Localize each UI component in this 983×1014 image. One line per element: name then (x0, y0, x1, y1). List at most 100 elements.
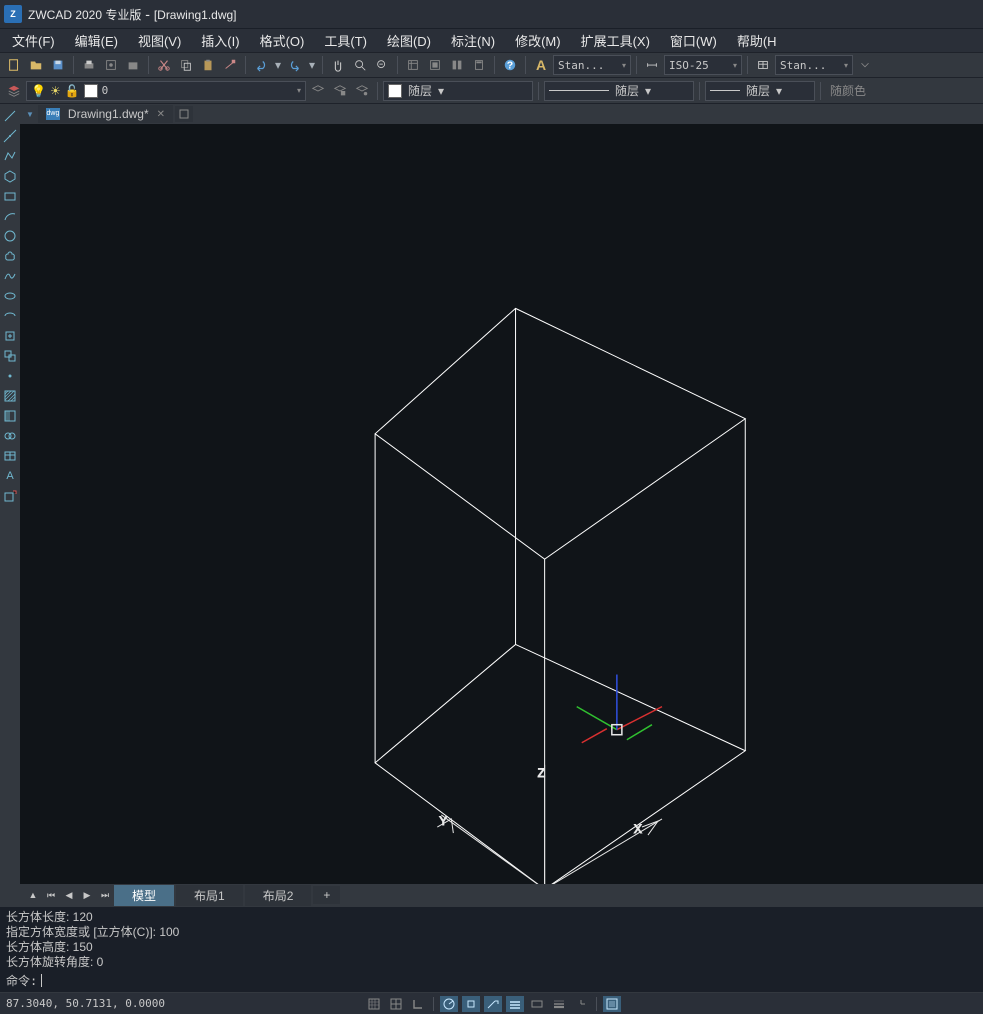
menu-edit[interactable]: 编辑(E) (65, 29, 128, 52)
help-icon[interactable]: ? (500, 55, 520, 75)
command-area[interactable]: 长方体长度: 120 指定方体宽度或 [立方体(C)]: 100 长方体高度: … (0, 906, 983, 992)
table-style-dropdown[interactable]: Stan...▾ (775, 55, 853, 75)
publish-icon[interactable] (123, 55, 143, 75)
spline-icon[interactable] (2, 268, 18, 284)
tabs-last-icon[interactable]: ⏭ (97, 887, 113, 903)
tool-palette-icon[interactable] (447, 55, 467, 75)
polyline-icon[interactable] (2, 148, 18, 164)
menu-dimension[interactable]: 标注(N) (441, 29, 505, 52)
command-input[interactable]: 命令: (6, 972, 977, 989)
gradient-icon[interactable] (2, 408, 18, 424)
region-icon[interactable] (2, 428, 18, 444)
table-icon[interactable] (2, 448, 18, 464)
pan-icon[interactable] (328, 55, 348, 75)
ellipse-icon[interactable] (2, 288, 18, 304)
cut-icon[interactable] (154, 55, 174, 75)
copy-icon[interactable] (176, 55, 196, 75)
menu-express[interactable]: 扩展工具(X) (571, 29, 660, 52)
print-icon[interactable] (79, 55, 99, 75)
viewport[interactable]: Y X Z (20, 124, 983, 884)
new-tab-button[interactable] (175, 106, 193, 122)
preview-icon[interactable] (101, 55, 121, 75)
redo-dropdown-icon[interactable]: ▾ (307, 55, 317, 75)
model-toggle[interactable] (603, 996, 621, 1012)
zoom-icon[interactable] (350, 55, 370, 75)
arc-icon[interactable] (2, 208, 18, 224)
insert-block-icon[interactable] (2, 328, 18, 344)
menu-view[interactable]: 视图(V) (128, 29, 191, 52)
otrack-toggle[interactable] (484, 996, 502, 1012)
properties-icon[interactable] (403, 55, 423, 75)
cycle-toggle[interactable] (572, 996, 590, 1012)
tabs-first-icon[interactable]: ▲ (25, 887, 41, 903)
addselected-icon[interactable] (2, 488, 18, 504)
dim-style-dropdown[interactable]: ISO-25▾ (664, 55, 742, 75)
calculator-icon[interactable] (469, 55, 489, 75)
revcloud-icon[interactable] (2, 248, 18, 264)
table-style-icon[interactable] (753, 55, 773, 75)
circle-icon[interactable] (2, 228, 18, 244)
close-tab-icon[interactable]: ✕ (157, 109, 165, 120)
text-style-icon[interactable]: A (531, 55, 551, 75)
dim-style-icon[interactable] (642, 55, 662, 75)
layer-iso-icon[interactable] (352, 81, 372, 101)
ellipse-arc-icon[interactable] (2, 308, 18, 324)
xline-icon[interactable] (2, 128, 18, 144)
coordinates[interactable]: 87.3040, 50.7131, 0.0000 (6, 997, 165, 1010)
save-icon[interactable] (48, 55, 68, 75)
paste-icon[interactable] (198, 55, 218, 75)
sun-icon: ☀ (50, 84, 61, 98)
title-bar: Z ZWCAD 2020 专业版 - [Drawing1.dwg] (0, 0, 983, 28)
make-block-icon[interactable] (2, 348, 18, 364)
color-dropdown[interactable]: 随层▾ (383, 81, 533, 101)
menu-format[interactable]: 格式(O) (250, 29, 315, 52)
layout-tab-2[interactable]: 布局2 (245, 885, 312, 906)
tabs-fwd-icon[interactable]: ▶ (79, 887, 95, 903)
rectangle-icon[interactable] (2, 188, 18, 204)
menu-file[interactable]: 文件(F) (2, 29, 65, 52)
more-icon[interactable] (855, 55, 875, 75)
hatch-icon[interactable] (2, 388, 18, 404)
undo-icon[interactable] (251, 55, 271, 75)
snap-toggle[interactable] (365, 996, 383, 1012)
layout-tab-model[interactable]: 模型 (114, 885, 174, 906)
linetype-dropdown[interactable]: 随层▾ (544, 81, 694, 101)
grid-toggle[interactable] (387, 996, 405, 1012)
command-prompt: 命令: (6, 972, 37, 989)
polar-toggle[interactable] (440, 996, 458, 1012)
text-style-dropdown[interactable]: Stan...▾ (553, 55, 631, 75)
menu-draw[interactable]: 绘图(D) (377, 29, 441, 52)
layer-prev-icon[interactable] (308, 81, 328, 101)
lineweight-dropdown[interactable]: 随层▾ (705, 81, 815, 101)
redo-icon[interactable] (285, 55, 305, 75)
match-icon[interactable] (220, 55, 240, 75)
tabs-back-icon[interactable]: ◀ (61, 887, 77, 903)
tab-dropdown-icon[interactable]: ▼ (24, 110, 36, 119)
point-icon[interactable] (2, 368, 18, 384)
dyn-toggle[interactable] (528, 996, 546, 1012)
new-icon[interactable] (4, 55, 24, 75)
mtext-icon[interactable]: A (2, 468, 18, 484)
tabs-prev-icon[interactable]: ⏮ (43, 887, 59, 903)
lwt-toggle[interactable] (506, 996, 524, 1012)
layer-dropdown[interactable]: 💡 ☀ 🔓 0▾ (26, 81, 306, 101)
osnap-toggle[interactable] (462, 996, 480, 1012)
layer-manager-icon[interactable] (4, 81, 24, 101)
menu-window[interactable]: 窗口(W) (660, 29, 727, 52)
layer-state-icon[interactable] (330, 81, 350, 101)
document-tab[interactable]: dwg Drawing1.dwg* ✕ (38, 105, 173, 123)
add-layout-button[interactable]: + (313, 886, 340, 904)
undo-dropdown-icon[interactable]: ▾ (273, 55, 283, 75)
menu-tools[interactable]: 工具(T) (314, 29, 377, 52)
menu-insert[interactable]: 插入(I) (191, 29, 249, 52)
menu-modify[interactable]: 修改(M) (505, 29, 571, 52)
line-icon[interactable] (2, 108, 18, 124)
open-icon[interactable] (26, 55, 46, 75)
design-center-icon[interactable] (425, 55, 445, 75)
menu-help[interactable]: 帮助(H (727, 29, 787, 52)
layout-tab-1[interactable]: 布局1 (176, 885, 243, 906)
lineweight-toggle[interactable] (550, 996, 568, 1012)
ortho-toggle[interactable] (409, 996, 427, 1012)
polygon-icon[interactable] (2, 168, 18, 184)
zoom-prev-icon[interactable] (372, 55, 392, 75)
